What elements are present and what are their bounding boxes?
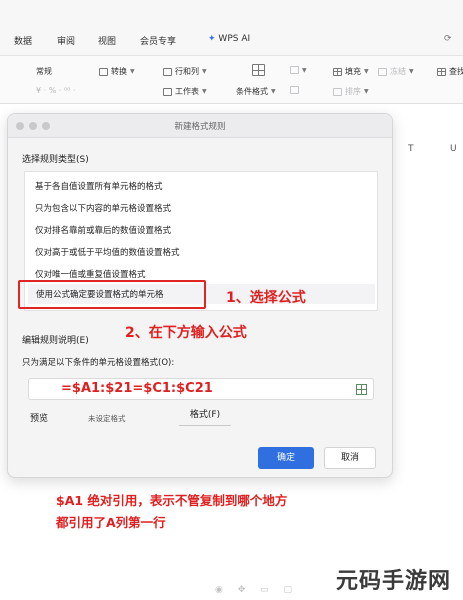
- chevron-down-icon: ▼: [271, 88, 276, 95]
- table-style-button[interactable]: [252, 64, 265, 76]
- column-header-u[interactable]: U: [450, 144, 457, 154]
- tab-member[interactable]: 会员专享: [140, 34, 176, 47]
- chevron-down-icon: ▼: [364, 88, 369, 95]
- ok-button[interactable]: 确定: [258, 447, 314, 469]
- rule-type-heading: 选择规则类型(S): [22, 155, 89, 165]
- rule-type-list: 基于各自值设置所有单元格的格式 只为包含以下内容的单元格设置格式 仅对排名靠前或…: [24, 171, 378, 311]
- sort-label: 排序: [345, 87, 361, 96]
- rows-cols-icon: [163, 67, 172, 76]
- find-label: 查找: [449, 67, 463, 76]
- conditional-format-label: 条件格式: [236, 87, 268, 96]
- number-format-label: 常规: [36, 67, 52, 76]
- rows-cols-button[interactable]: 行和列 ▼: [163, 66, 207, 77]
- chevron-down-icon: ▼: [202, 88, 207, 95]
- formula-condition-label: 只为满足以下条件的单元格设置格式(O):: [22, 358, 175, 368]
- format-button[interactable]: 格式(F): [179, 406, 231, 426]
- chevron-down-icon: ▼: [409, 68, 414, 75]
- dialog-titlebar[interactable]: 新建格式规则: [8, 114, 392, 138]
- freeze-label: 冻结: [390, 67, 406, 76]
- find-icon: [437, 67, 446, 76]
- fill-icon: [333, 67, 342, 76]
- preview-sample: 未设定格式: [88, 414, 126, 423]
- convert-icon: [99, 67, 108, 76]
- rule-type-option[interactable]: 仅对唯一值或重复值设置格式: [35, 268, 146, 280]
- convert-button[interactable]: 转换 ▼: [99, 66, 135, 77]
- worksheet-label: 工作表: [175, 87, 199, 96]
- fill-label: 填充: [345, 67, 361, 76]
- rule-type-option[interactable]: 仅对高于或低于平均值的数值设置格式: [35, 246, 180, 258]
- column-header-t[interactable]: T: [408, 144, 414, 154]
- number-format-select[interactable]: 常规: [36, 66, 52, 77]
- worksheet-button[interactable]: 工作表 ▼: [163, 86, 207, 97]
- table-style-icon: [252, 64, 265, 76]
- new-format-rule-dialog: 新建格式规则 选择规则类型(S) 基于各自值设置所有单元格的格式 只为包含以下内…: [7, 113, 393, 478]
- formula-value: =$A1:$21=$C1:$C21: [61, 381, 213, 396]
- symbol-button[interactable]: [290, 86, 299, 94]
- formula-input[interactable]: =$A1:$21=$C1:$C21: [28, 378, 374, 400]
- chevron-down-icon: ▼: [202, 68, 207, 75]
- sort-icon: [333, 87, 342, 96]
- rows-cols-label: 行和列: [175, 67, 199, 76]
- annotation-step-2: 2、在下方输入公式: [125, 325, 247, 341]
- format-shortcuts[interactable]: ¥ · % · ⁰⁰ ·: [36, 86, 75, 95]
- tab-wps-ai[interactable]: ✦ WPS AI: [208, 34, 250, 44]
- chevron-down-icon: ▼: [130, 68, 135, 75]
- tab-review[interactable]: 审阅: [57, 34, 75, 47]
- ai-spark-icon: ✦: [208, 34, 216, 44]
- tab-wps-ai-label: WPS AI: [218, 34, 251, 44]
- rule-type-option-selected[interactable]: 使用公式确定要设置格式的单元格: [28, 284, 375, 304]
- symbol-icon: [290, 86, 299, 94]
- cancel-button[interactable]: 取消: [324, 447, 376, 469]
- tab-data[interactable]: 数据: [14, 34, 32, 47]
- rule-type-option[interactable]: 只为包含以下内容的单元格设置格式: [35, 202, 171, 214]
- share-icon[interactable]: ⟳: [444, 34, 452, 44]
- chevron-down-icon: ▼: [364, 68, 369, 75]
- ribbon-tab-bar: 数据 审阅 视图 会员专享 ✦ WPS AI ⟳: [0, 0, 463, 56]
- fill-button[interactable]: 填充 ▼: [333, 66, 369, 77]
- cell-style-icon: [290, 66, 299, 74]
- rule-type-option[interactable]: 基于各自值设置所有单元格的格式: [35, 180, 163, 192]
- freeze-icon: [378, 67, 387, 76]
- conditional-format-button[interactable]: 条件格式 ▼: [236, 86, 276, 97]
- find-button[interactable]: 查找: [437, 66, 463, 77]
- worksheet-icon: [163, 87, 172, 96]
- edit-rule-heading: 编辑规则说明(E): [22, 336, 89, 346]
- chevron-down-icon: ▼: [302, 66, 307, 74]
- preview-label: 预览: [30, 414, 49, 424]
- sort-button[interactable]: 排序 ▼: [333, 86, 369, 97]
- tab-view[interactable]: 视图: [98, 34, 116, 47]
- rule-type-option[interactable]: 仅对排名靠前或靠后的数值设置格式: [35, 224, 171, 236]
- site-watermark: 元码手游网: [336, 569, 452, 594]
- range-select-icon[interactable]: [356, 384, 367, 395]
- ribbon-toolbar: 常规 ¥ · % · ⁰⁰ · 转换 ▼ 行和列 ▼ 工作表 ▼ 条件格式 ▼ ▼ 填充…: [0, 56, 463, 104]
- freeze-button[interactable]: 冻结 ▼: [378, 66, 414, 77]
- dialog-title: 新建格式规则: [174, 122, 226, 132]
- status-bar-icons[interactable]: ◉ ✥ ▭ ▢: [215, 585, 298, 595]
- annotation-note-line-1: $A1 绝对引用，表示不管复制到哪个地方: [56, 493, 288, 508]
- convert-label: 转换: [111, 67, 127, 76]
- annotation-note-line-2: 都引用了A列第一行: [56, 515, 166, 530]
- cell-style-button[interactable]: ▼: [290, 66, 307, 74]
- annotation-step-1: 1、选择公式: [226, 290, 306, 306]
